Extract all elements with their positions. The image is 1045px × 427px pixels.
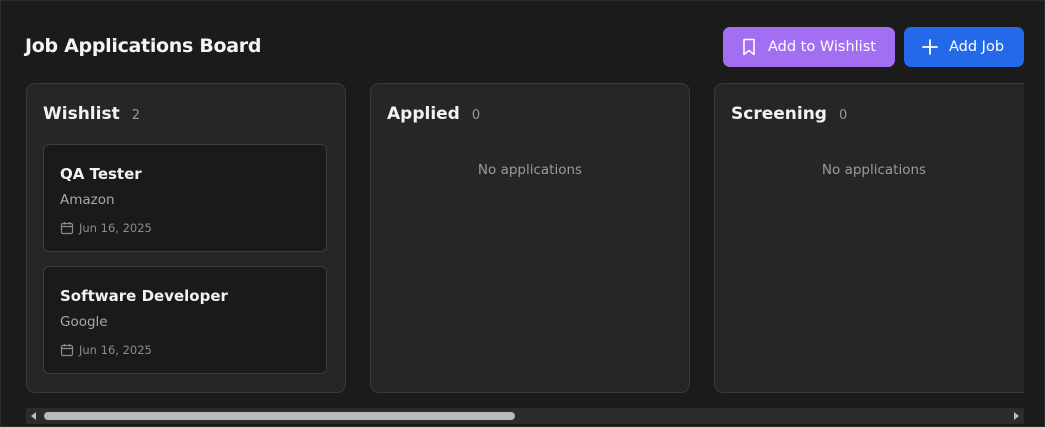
job-date: Jun 16, 2025 bbox=[60, 221, 152, 235]
scrollbar-thumb[interactable] bbox=[44, 412, 515, 420]
column-count: 2 bbox=[131, 108, 140, 123]
job-card[interactable]: QA Tester Amazon Jun 16, 2025 bbox=[43, 144, 327, 252]
column-header: Wishlist 2 bbox=[43, 104, 140, 124]
add-to-wishlist-button[interactable]: Add to Wishlist bbox=[723, 27, 895, 67]
app-window: Job Applications Board Add to Wishlist A… bbox=[0, 0, 1045, 427]
column-wishlist: Wishlist 2 QA Tester Amazon Jun 16, 2025 bbox=[26, 83, 346, 393]
scroll-left-arrow-icon[interactable] bbox=[26, 408, 42, 424]
page-title: Job Applications Board bbox=[25, 35, 262, 57]
calendar-icon bbox=[60, 343, 74, 357]
column-count: 0 bbox=[471, 108, 481, 123]
column-applied: Applied 0 No applications bbox=[370, 83, 690, 393]
scroll-right-arrow-icon[interactable] bbox=[1008, 408, 1024, 424]
job-date-text: Jun 16, 2025 bbox=[79, 343, 152, 357]
add-job-button[interactable]: Add Job bbox=[904, 27, 1024, 67]
column-title: Applied bbox=[387, 104, 460, 124]
column-title: Screening bbox=[731, 104, 827, 124]
job-card[interactable]: Software Developer Google Jun 16, 2025 bbox=[43, 266, 327, 374]
job-date: Jun 16, 2025 bbox=[60, 343, 152, 357]
job-company: Amazon bbox=[60, 192, 115, 208]
column-title: Wishlist bbox=[43, 104, 120, 124]
calendar-icon bbox=[60, 221, 74, 235]
add-job-label: Add Job bbox=[949, 39, 1005, 55]
add-to-wishlist-label: Add to Wishlist bbox=[768, 39, 876, 55]
kanban-board[interactable]: Wishlist 2 QA Tester Amazon Jun 16, 2025 bbox=[26, 83, 1024, 393]
job-date-text: Jun 16, 2025 bbox=[79, 221, 152, 235]
horizontal-scrollbar[interactable] bbox=[26, 408, 1024, 424]
empty-state-text: No applications bbox=[477, 162, 583, 178]
bookmark-icon bbox=[739, 37, 759, 57]
column-count: 0 bbox=[838, 108, 848, 123]
job-company: Google bbox=[60, 314, 108, 330]
board-header: Job Applications Board Add to Wishlist A… bbox=[25, 27, 1024, 67]
column-screening: Screening 0 No applications bbox=[714, 83, 1024, 393]
job-title: QA Tester bbox=[60, 165, 142, 183]
column-header: Screening 0 bbox=[731, 104, 847, 124]
empty-state-text: No applications bbox=[821, 162, 927, 178]
column-header: Applied 0 bbox=[387, 104, 480, 124]
plus-icon bbox=[920, 37, 940, 57]
job-title: Software Developer bbox=[60, 287, 228, 305]
